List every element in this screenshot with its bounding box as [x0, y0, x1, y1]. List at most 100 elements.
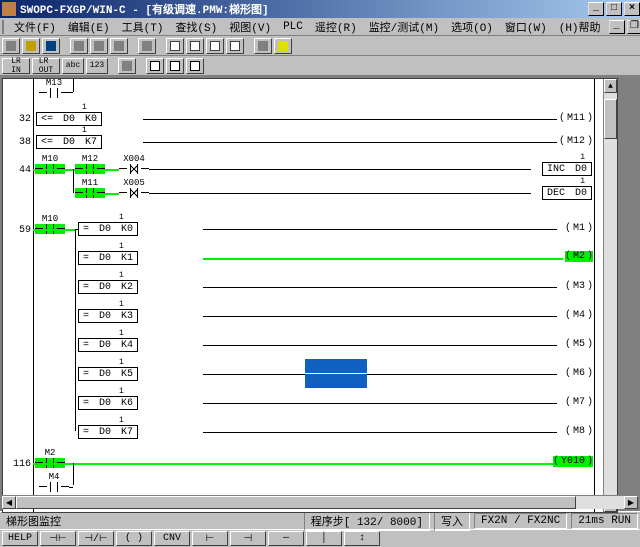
scroll-thumb-h[interactable]	[16, 496, 576, 509]
coil-m7[interactable]: (M7)	[565, 397, 593, 408]
scroll-left-button[interactable]: ◀	[2, 496, 16, 509]
menu-tool[interactable]: 工具(T)	[116, 18, 170, 36]
tb-mode1[interactable]: LRIN	[2, 58, 30, 74]
tb-123[interactable]: 123	[86, 58, 108, 74]
cmp-eq-d0-k2[interactable]: =D0K2	[78, 280, 138, 294]
coil-m8[interactable]: (M8)	[565, 426, 593, 437]
tb-paste[interactable]	[110, 38, 128, 54]
status-bar: 梯形图监控 程序步[ 132/ 8000] 写入 FX2N / FX2NC 21…	[0, 511, 640, 529]
menu-remote[interactable]: 遥控(R)	[309, 18, 363, 36]
tb-open[interactable]	[22, 38, 40, 54]
tb-new[interactable]	[2, 38, 20, 54]
maximize-button[interactable]: □	[606, 2, 622, 16]
title-text: SWOPC-FXGP/WIN-C - [有级调速.PMW:梯形图]	[20, 1, 269, 17]
tb-view1[interactable]	[146, 58, 164, 74]
toolbar-main	[0, 36, 640, 56]
cmp-eq-d0-k0[interactable]: =D0K0	[78, 222, 138, 236]
menu-find[interactable]: 查找(S)	[169, 18, 223, 36]
coil-m3[interactable]: (M3)	[565, 281, 593, 292]
child-restore-button[interactable]: ❐	[627, 20, 640, 34]
coil-m2-on[interactable]: (M2)	[565, 251, 593, 262]
menu-help[interactable]: (H)帮助	[553, 18, 607, 36]
cmp-eq-d0-k1[interactable]: =D0K1	[78, 251, 138, 265]
menu-plc[interactable]: PLC	[277, 20, 309, 34]
cmp-le-d0-k7[interactable]: <=D0K7	[36, 135, 102, 149]
function-keys: HELP ⊣⊢ ⊣/⊢ ( ) CNV ⊢ ⊣ — │ ↕	[0, 529, 640, 547]
cmp-eq-d0-k5[interactable]: =D0K5	[78, 367, 138, 381]
tb-tile1[interactable]	[166, 38, 184, 54]
menu-bar: 文件(F) 编辑(E) 工具(T) 查找(S) 视图(V) PLC 遥控(R) …	[0, 18, 640, 36]
row-num: 44	[3, 165, 31, 176]
scrollbar-horizontal[interactable]: ◀ ▶	[2, 495, 638, 509]
fkey-help[interactable]: HELP	[2, 531, 38, 546]
status-mode: 梯形图监控	[2, 513, 61, 529]
contact-m13[interactable]: M13	[39, 79, 69, 97]
fkey-f2[interactable]: ⊣⊢	[40, 531, 76, 546]
fkey-f7[interactable]: ⊣	[230, 531, 266, 546]
fkey-f8[interactable]: —	[268, 531, 304, 546]
func-dec-d0[interactable]: DECD0	[542, 186, 592, 200]
cmp-eq-d0-k4[interactable]: =D0K4	[78, 338, 138, 352]
contact-m4[interactable]: M4	[39, 473, 69, 491]
mdi-icon[interactable]	[2, 20, 4, 34]
cmp-eq-d0-k7-b[interactable]: =D0K7	[78, 425, 138, 439]
cmp-eq-d0-k6[interactable]: =D0K6	[78, 396, 138, 410]
scroll-right-button[interactable]: ▶	[624, 496, 638, 509]
scroll-thumb-v[interactable]	[604, 99, 617, 139]
menu-monitor[interactable]: 监控/测试(M)	[363, 18, 445, 36]
coil-y010-on[interactable]: (Y010)	[553, 456, 593, 467]
tb-tile4[interactable]	[226, 38, 244, 54]
coil-m4[interactable]: (M4)	[565, 310, 593, 321]
row-num: 32	[3, 114, 31, 125]
menu-file[interactable]: 文件(F)	[8, 18, 62, 36]
tb-copy[interactable]	[90, 38, 108, 54]
cmp-le-d0-k0[interactable]: <=D0K0	[36, 112, 102, 126]
contact-x005[interactable]: X005	[119, 179, 149, 197]
coil-m12[interactable]: (M12)	[559, 136, 593, 147]
ladder-canvas[interactable]: M13 32 <=D0K0 1 (M11) 38 <=D0K7 1 (M12) …	[3, 79, 605, 512]
coil-m6[interactable]: (M6)	[565, 368, 593, 379]
menu-edit[interactable]: 编辑(E)	[62, 18, 116, 36]
tb-cut[interactable]	[70, 38, 88, 54]
fkey-f10[interactable]: ↕	[344, 531, 380, 546]
ladder-window: M13 32 <=D0K0 1 (M11) 38 <=D0K7 1 (M12) …	[2, 78, 618, 513]
cmp-eq-d0-k3[interactable]: =D0K3	[78, 309, 138, 323]
menu-option[interactable]: 选项(O)	[445, 18, 499, 36]
cursor-lower	[305, 374, 367, 388]
menu-view[interactable]: 视图(V)	[223, 18, 277, 36]
tb-help[interactable]	[274, 38, 292, 54]
tb-gray[interactable]	[118, 58, 136, 74]
fkey-f9[interactable]: │	[306, 531, 342, 546]
contact-x004[interactable]: X004	[119, 155, 149, 173]
status-run: 21ms RUN	[571, 513, 638, 529]
child-minimize-button[interactable]: _	[609, 20, 625, 34]
status-steps: 程序步[ 132/ 8000]	[304, 511, 430, 531]
fkey-f6[interactable]: ⊢	[192, 531, 228, 546]
tb-mode2[interactable]: LROUT	[32, 58, 60, 74]
tb-print[interactable]	[138, 38, 156, 54]
cursor-upper	[305, 359, 367, 373]
tb-view3[interactable]	[186, 58, 204, 74]
coil-m11[interactable]: (M11)	[559, 113, 593, 124]
coil-m1[interactable]: (M1)	[565, 223, 593, 234]
minimize-button[interactable]: _	[588, 2, 604, 16]
fkey-f3[interactable]: ⊣/⊢	[78, 531, 114, 546]
coil-m5[interactable]: (M5)	[565, 339, 593, 350]
row-num: 116	[3, 459, 31, 470]
func-inc-d0[interactable]: INCD0	[542, 162, 592, 176]
tb-tile2[interactable]	[186, 38, 204, 54]
left-bus	[33, 79, 34, 512]
close-button[interactable]: ×	[624, 2, 640, 16]
scrollbar-vertical[interactable]: ▲ ▼	[603, 79, 617, 512]
fkey-f4[interactable]: ( )	[116, 531, 152, 546]
fkey-f5[interactable]: CNV	[154, 531, 190, 546]
menu-window[interactable]: 窗口(W)	[499, 18, 553, 36]
tb-tile3[interactable]	[206, 38, 224, 54]
status-plc: FX2N / FX2NC	[474, 513, 567, 529]
scroll-up-button[interactable]: ▲	[604, 79, 617, 93]
row-num: 59	[3, 225, 31, 236]
tb-save[interactable]	[42, 38, 60, 54]
tb-clear[interactable]	[254, 38, 272, 54]
tb-abc[interactable]: abc	[62, 58, 84, 74]
tb-view2[interactable]	[166, 58, 184, 74]
